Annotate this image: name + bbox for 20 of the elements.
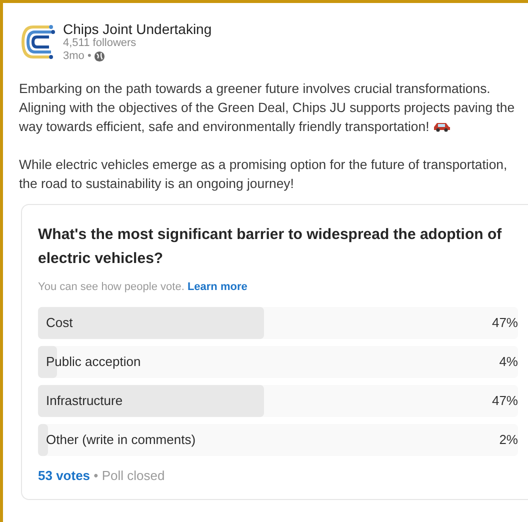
post-paragraph: Embarking on the path towards a greener future involves crucial transformations. Aligning with the objectives of the Green Deal, Chips JU supports projects paving the way towards efficient, safe and environmentally friendly transportation! bbox=[19, 80, 516, 136]
globe-icon bbox=[94, 51, 106, 62]
option-percent: 47% bbox=[492, 393, 518, 408]
poll-status: • Poll closed bbox=[94, 468, 165, 483]
option-percent: 4% bbox=[499, 354, 518, 369]
follower-count: 4,511 followers bbox=[63, 37, 138, 50]
vote-count[interactable]: 53 votes bbox=[38, 468, 90, 483]
option-label: Other (write in comments) bbox=[46, 432, 196, 447]
option-label: Infrastructure bbox=[46, 393, 123, 408]
learn-more-link[interactable]: Learn more bbox=[187, 281, 248, 293]
post-paragraph: While electric vehicles emerge as a promising option for the future of transportation, the road to sustainability is an ongoing journey! bbox=[19, 156, 508, 193]
poll-question: What's the most significant barrier to widespread the adoption of electric vehicles? bbox=[38, 225, 503, 269]
poll-note: You can see how people vote. Learn more bbox=[38, 281, 248, 293]
post-time: 3mo • bbox=[63, 50, 92, 63]
option-label: Public acception bbox=[46, 354, 141, 369]
car-icon bbox=[433, 121, 452, 132]
author-name[interactable]: Chips Joint Undertaking bbox=[63, 21, 212, 37]
option-percent: 47% bbox=[492, 315, 518, 330]
option-percent: 2% bbox=[499, 432, 518, 447]
option-label: Cost bbox=[46, 315, 73, 330]
